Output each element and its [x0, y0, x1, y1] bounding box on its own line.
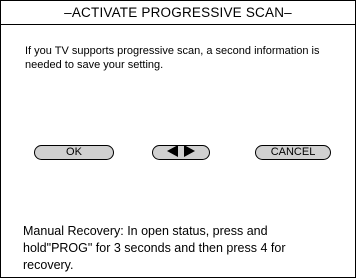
progressive-scan-dialog: –ACTIVATE PROGRESSIVE SCAN– If you TV su…	[0, 0, 356, 278]
dialog-title: –ACTIVATE PROGRESSIVE SCAN–	[1, 1, 355, 25]
triangle-left-icon[interactable]	[167, 145, 178, 158]
cancel-button[interactable]: CANCEL	[255, 145, 331, 160]
arrow-navigation-button[interactable]	[152, 145, 210, 160]
triangle-right-icon[interactable]	[184, 145, 195, 158]
progressive-scan-notice: If you TV supports progressive scan, a s…	[25, 45, 320, 71]
manual-recovery-note: Manual Recovery: In open status, press a…	[23, 224, 286, 272]
ok-button[interactable]: OK	[34, 145, 114, 160]
